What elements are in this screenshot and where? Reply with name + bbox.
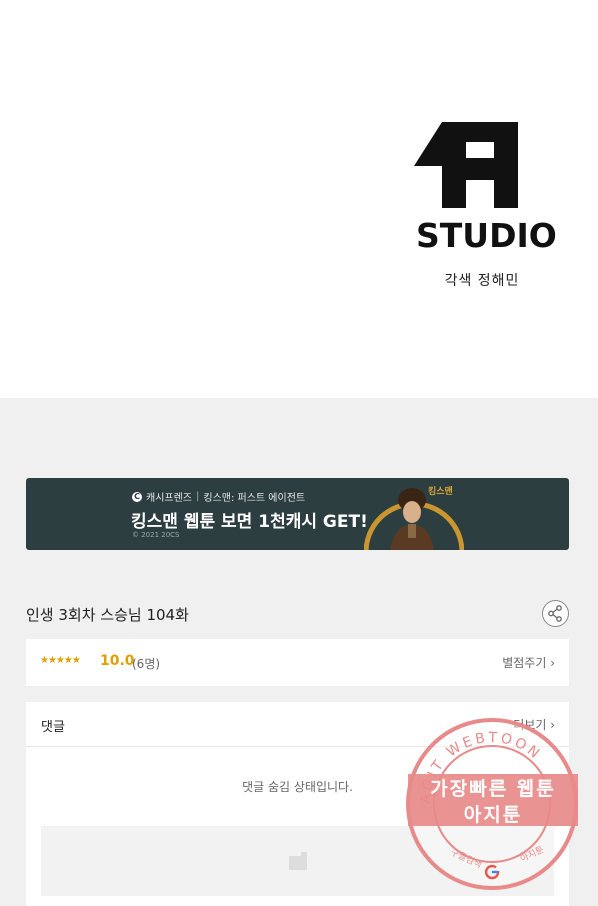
watermark-line1: 가장빠른 웹툰 (430, 778, 556, 800)
share-icon (548, 605, 562, 622)
studio-logo-text: STUDIO (416, 216, 557, 255)
share-button[interactable] (542, 600, 569, 627)
episode-title: 인생 3회차 스승님 104화 (26, 606, 189, 624)
comments-label: 댓글 (41, 720, 65, 735)
banner-tag: 킹스맨 (428, 487, 453, 497)
comments-header: 댓글 더보기 › (26, 702, 569, 747)
promo-banner[interactable]: C 캐시프렌즈 | 킹스맨: 퍼스트 에이전트 킹스맨 웹툰 보면 1천캐시 G… (26, 478, 569, 550)
banner-copyright: © 2021 20CS (132, 531, 180, 539)
rating-score: 10.0 (100, 653, 135, 669)
banner-headline: 킹스맨 웹툰 보면 1천캐시 GET! (131, 512, 368, 532)
adaptation-credit: 각색 정해민 (444, 273, 520, 289)
studio-logo-icon (414, 122, 518, 208)
image-placeholder-icon (289, 852, 307, 870)
banner-brand: 캐시프렌즈 (146, 493, 192, 504)
more-comments-link[interactable]: 더보기 › (513, 716, 555, 733)
rate-button[interactable]: 별점주기 › (502, 654, 555, 671)
banner-sponsor: 킹스맨: 퍼스트 에이전트 (203, 493, 306, 504)
cashfriends-icon: C (132, 491, 142, 502)
watermark-line2: 아지툰 (463, 804, 523, 826)
episode-artwork: STUDIO 각색 정해민 (0, 0, 598, 398)
rating-card: ★★★★★ 10.0 (6명) 별점주기 › (26, 639, 569, 686)
rating-votes: (6명) (132, 657, 161, 671)
ad-placeholder (41, 826, 554, 896)
star-rating-icon: ★★★★★ (40, 655, 81, 666)
